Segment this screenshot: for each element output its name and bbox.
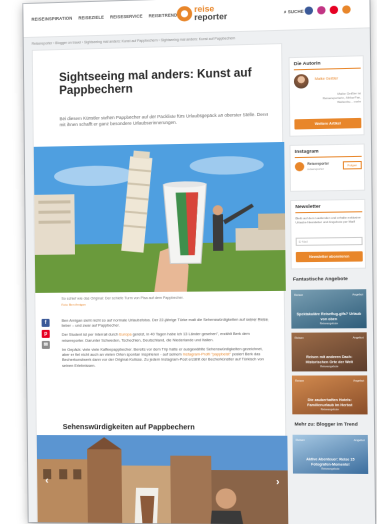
offer-title: Aktive Abenteuer: Reise 15 Fotografen-Mo… (306, 457, 355, 467)
divider (295, 211, 363, 214)
offer-tag: Reisen (295, 378, 305, 383)
gallery-illustration (36, 435, 289, 524)
facebook-icon[interactable] (304, 6, 314, 15)
hero-illustration (33, 141, 286, 293)
trend-card[interactable]: Reisen Angebot Aktive Abenteuer: Reise 1… (292, 434, 369, 474)
offer-subtitle: Reiseangebote (320, 365, 339, 369)
gallery-prev-arrow-icon[interactable]: ‹ (45, 475, 48, 486)
offer-tag: Angebot (353, 437, 365, 443)
inline-link[interactable]: Europa (119, 333, 131, 337)
share-bar: f p ✉ (41, 318, 50, 349)
paragraph: Im Gepäck: viele viele Kaffeepappbecher.… (61, 346, 264, 368)
email-share-icon[interactable]: ✉ (41, 340, 50, 349)
sidebar: Die Autorin Maike Geißler Maike Geißler … (288, 41, 369, 474)
site-header: REISEINSPIRATION REISEZIELE REISESERVICE… (23, 0, 370, 39)
nav-item-reiseinspiration[interactable]: REISEINSPIRATION (31, 16, 72, 22)
author-card-title: Die Autorin (293, 61, 321, 68)
newsletter-card-title: Newsletter (295, 204, 321, 211)
logo-wordmark: reise reporter (194, 3, 228, 23)
instagram-avatar-icon[interactable] (294, 161, 305, 172)
newsletter-card: Newsletter Bleib auf dem Laufenden und e… (290, 198, 367, 270)
offer-tag: Reisen (294, 335, 304, 340)
offer-subtitle: Reiseangebote (319, 322, 339, 326)
web-page: REISEINSPIRATION REISEZIELE REISESERVICE… (23, 0, 376, 524)
site-logo[interactable]: reise reporter (176, 3, 228, 23)
author-avatar[interactable] (293, 74, 309, 89)
flipboard-icon[interactable] (342, 5, 351, 14)
author-bio: Maike Geißler ist Reisereporterin, Afrik… (322, 91, 362, 105)
instagram-icon[interactable] (317, 6, 326, 15)
gallery-next-arrow-icon[interactable]: › (276, 477, 280, 488)
instagram-follow-button[interactable]: Folgen (342, 160, 362, 170)
newsletter-text: Bleib auf dem Laufenden und erhalte exkl… (295, 215, 361, 225)
nav-item-reisetrends[interactable]: REISETRENDS (149, 12, 181, 18)
search-label: SUCHE (287, 8, 304, 15)
nav-item-reiseservice[interactable]: REISESERVICE (110, 14, 143, 20)
offer-card[interactable]: Reisen Angebot Die zauberhaften Hotels: … (291, 375, 368, 415)
offer-title: Spektakuläre Reiseflug-gifs? Urlaub von … (296, 312, 362, 321)
instagram-handle: reisereporter (307, 166, 324, 172)
offer-tag: Angebot (352, 335, 364, 340)
photo-credit: Foto: Ben Arnigan (61, 302, 86, 307)
newsletter-email-field[interactable]: E-Mail (295, 236, 363, 246)
article: Sightseeing mal anders: Kunst auf Pappbe… (31, 43, 289, 524)
image-gallery: ‹ › (36, 435, 289, 524)
article-body: Ben Arnigan sieht nicht so auf normale U… (62, 318, 270, 373)
section-heading: Sehenswürdigkeiten auf Pappbechern (62, 422, 195, 432)
offer-tag: Reisen (295, 437, 305, 442)
offer-subtitle: Reiseangebote (320, 408, 339, 412)
newsletter-subscribe-button[interactable]: Newsletter abonnieren (295, 251, 363, 263)
pinterest-icon[interactable] (329, 5, 339, 15)
offer-title: Reisen mit anderen Dach: Historischen Or… (305, 355, 354, 364)
divider (293, 67, 361, 71)
nav-item-reiseziele[interactable]: REISEZIELE (78, 15, 104, 21)
logo-pin-icon (176, 5, 193, 22)
author-name[interactable]: Maike Geißler (315, 76, 338, 81)
facebook-share-icon[interactable]: f (41, 318, 50, 327)
offer-card[interactable]: Reisen Angebot Reisen mit anderen Dach: … (291, 332, 368, 372)
instagram-card-title: Instagram (294, 149, 319, 156)
image-caption: So schief wie das Original: Der schiefe … (61, 295, 275, 306)
offer-title: Die zauberhaften Hotels: Familienurlaub … (307, 398, 353, 407)
article-title: Sightseeing mal anders: Kunst auf Pappbe… (59, 67, 252, 98)
paragraph: Der Student ist per Interrail durch Euro… (61, 332, 250, 343)
hero-image-pisa-cup (33, 141, 286, 293)
offer-card[interactable]: Reisen Angebot Spektakuläre Reiseflug-gi… (291, 289, 367, 329)
more-articles-button[interactable]: Weitere Artikel (294, 117, 362, 130)
inline-link[interactable]: Instagram-Profil "pappbeist" (183, 352, 231, 356)
author-card: Die Autorin Maike Geißler Maike Geißler … (288, 55, 365, 137)
offer-tag: Angebot (353, 378, 365, 383)
screenshot-scene: REISEINSPIRATION REISEZIELE REISESERVICE… (0, 0, 377, 524)
offer-tag: Angebot (352, 292, 364, 297)
pinterest-share-icon[interactable]: p (41, 329, 50, 338)
offers-title: Fantastische Angebote (292, 277, 348, 283)
offer-tag: Reisen (294, 292, 304, 297)
paragraph: Ben Arnigan sieht nicht so auf normale U… (61, 317, 268, 329)
trend-title: Mehr zu: Blogger im Trend (294, 422, 358, 428)
divider (294, 155, 362, 159)
social-links (304, 5, 351, 15)
instagram-account-name[interactable]: Reisereporter (307, 162, 329, 166)
offer-subtitle: Reiseangebote (321, 467, 340, 471)
instagram-card: Instagram Reisereporter reisereporter Fo… (289, 143, 366, 192)
main-nav: REISEINSPIRATION REISEZIELE REISESERVICE… (31, 12, 180, 21)
article-lead: Bei diesem Künstler stehen Pappbecher au… (59, 111, 269, 128)
